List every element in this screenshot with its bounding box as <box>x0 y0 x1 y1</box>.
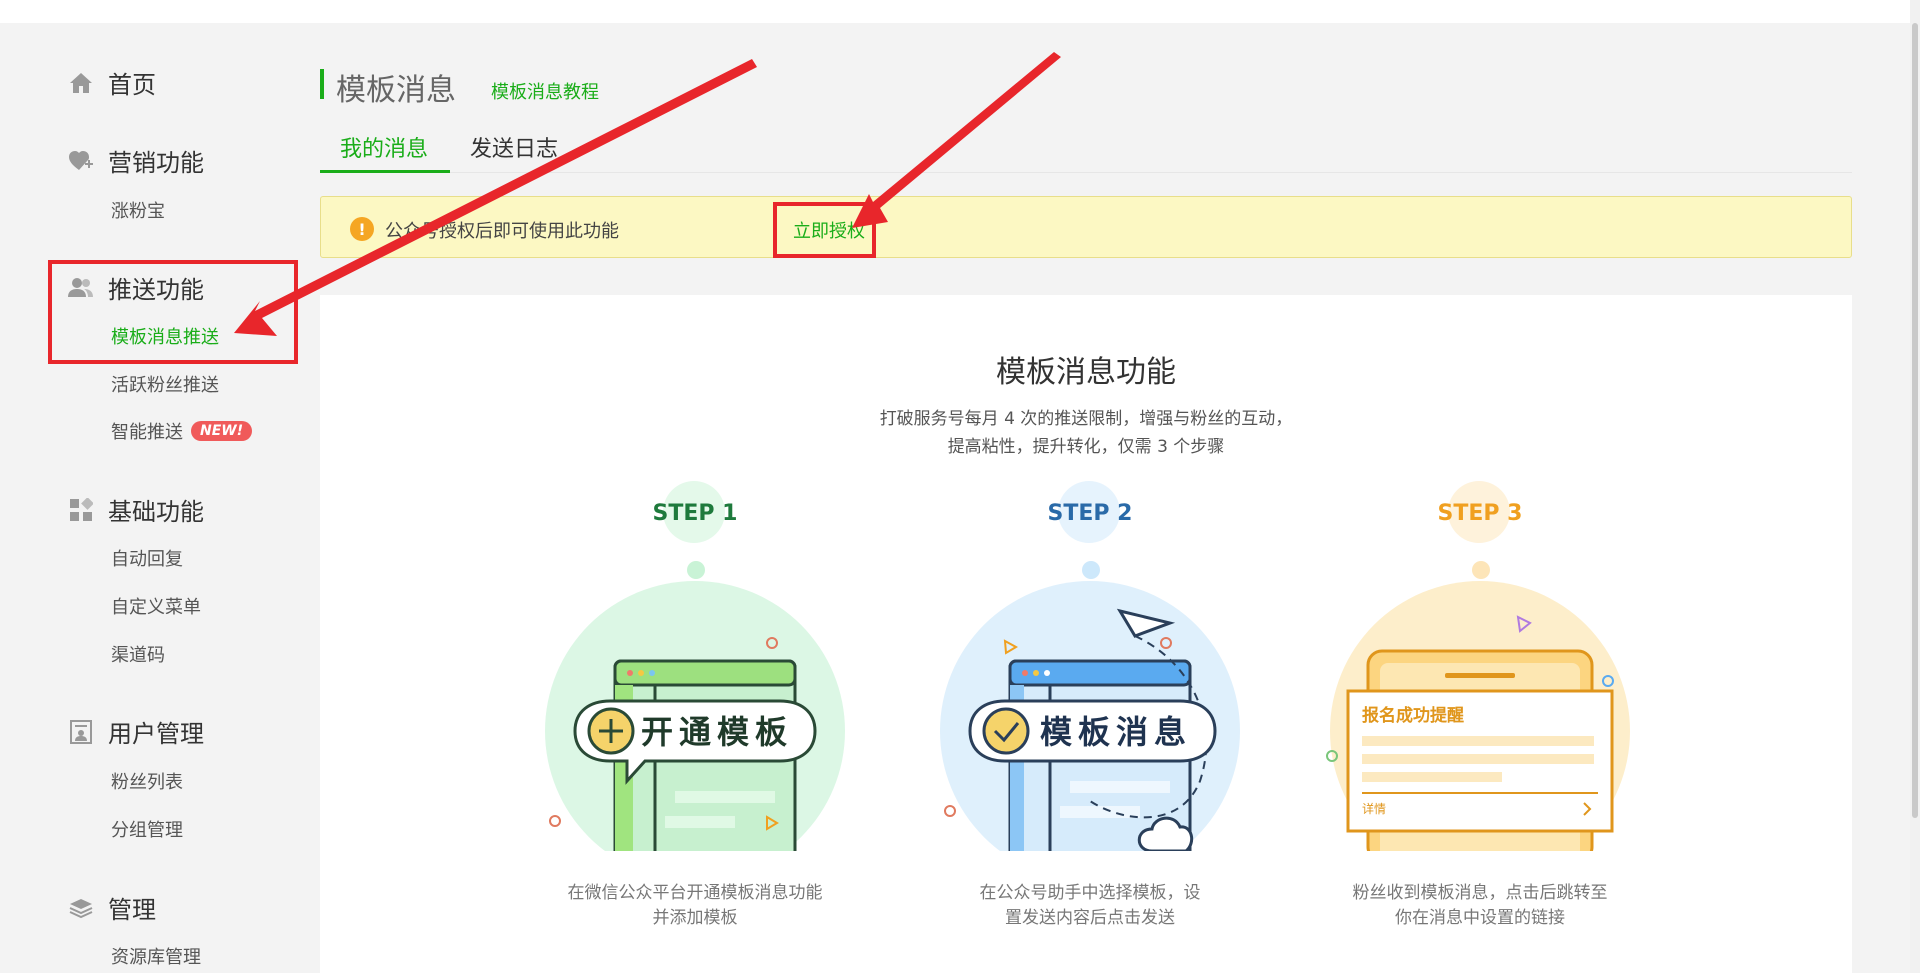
step-dot <box>1082 561 1100 579</box>
scrollbar-thumb[interactable] <box>1912 23 1918 818</box>
step-2-illustration: 模板消息 <box>940 581 1240 851</box>
annotation-box-authorize <box>773 202 876 258</box>
home-icon <box>68 70 94 96</box>
sidebar-item-home[interactable]: 首页 <box>68 65 156 100</box>
sidebar-item-resource-manage[interactable]: 资源库管理 <box>111 943 201 969</box>
grid-icon <box>68 497 94 523</box>
step-caption-line2: 并添加模板 <box>652 908 738 928</box>
sidebar-item-group-manage[interactable]: 分组管理 <box>111 816 183 842</box>
sidebar-item-zhangfenbao[interactable]: 涨粉宝 <box>111 197 165 223</box>
sidebar-group-label: 营销功能 <box>108 149 204 177</box>
sidebar-group-label: 管理 <box>108 896 156 924</box>
sidebar-item-active-fans-push[interactable]: 活跃粉丝推送 <box>111 371 219 397</box>
step-caption-line1: 粉丝收到模板消息，点击后跳转至 <box>1352 883 1608 903</box>
step-caption-line1: 在微信公众平台开通模板消息功能 <box>567 883 823 903</box>
sidebar-group-label: 用户管理 <box>108 720 204 748</box>
user-card-icon <box>68 719 94 745</box>
feature-desc-line1: 打破服务号每月 4 次的推送限制，增强与粉丝的互动， <box>879 409 1293 429</box>
step-label: STEP 1 <box>652 501 738 526</box>
step-3-illustration: 报名成功提醒 详情 <box>1326 581 1630 851</box>
sidebar-item-auto-reply[interactable]: 自动回复 <box>111 545 183 571</box>
layers-icon <box>68 895 94 921</box>
sidebar-item-fans-list[interactable]: 粉丝列表 <box>111 768 183 794</box>
step-caption-line1: 在公众号助手中选择模板，设 <box>979 883 1201 903</box>
heart-plus-icon <box>68 148 94 174</box>
tab-bar: 我的消息 发送日志 <box>320 119 1852 173</box>
sidebar-item-custom-menu[interactable]: 自定义菜单 <box>111 593 201 619</box>
sidebar-item-channel-code[interactable]: 渠道码 <box>111 641 165 667</box>
step-art-text: 模板消息 <box>1040 713 1192 751</box>
top-bar <box>0 0 1920 23</box>
feature-desc-line2: 提高粘性，提升转化，仅需 3 个步骤 <box>947 437 1225 457</box>
feature-title: 模板消息功能 <box>996 355 1176 390</box>
sidebar-item-label: 首页 <box>108 71 156 99</box>
step-caption-line2: 置发送内容后点击发送 <box>1005 908 1175 928</box>
step-art-text: 开通模板 <box>641 713 793 751</box>
active-tab-indicator <box>320 170 450 173</box>
new-badge: NEW! <box>191 421 253 441</box>
step-label: STEP 3 <box>1437 501 1523 526</box>
sidebar-group-users: 用户管理 <box>68 714 204 749</box>
tab-my-messages[interactable]: 我的消息 <box>340 131 428 163</box>
tab-send-log[interactable]: 发送日志 <box>470 131 558 163</box>
step-dot <box>1472 561 1490 579</box>
notice-text: 公众号授权后即可使用此功能 <box>385 221 619 242</box>
page-title: 模板消息 <box>336 73 456 108</box>
feature-panel: 模板消息功能 打破服务号每月 4 次的推送限制，增强与粉丝的互动， 提高粘性，提… <box>320 295 1852 973</box>
annotation-box-sidebar <box>48 260 298 364</box>
title-accent-bar <box>320 69 324 99</box>
step-label: STEP 2 <box>1047 501 1133 526</box>
step-1-illustration: 开通模板 <box>545 581 845 851</box>
scrollbar-track[interactable] <box>1910 0 1920 973</box>
sidebar-item-smart-push[interactable]: 智能推送 NEW! <box>111 418 253 444</box>
sidebar-group-label: 基础功能 <box>108 498 204 526</box>
sidebar-group-marketing: 营销功能 <box>68 143 204 178</box>
sidebar: 首页 营销功能 涨粉宝 推送功能 模板消息推送 活跃粉丝推送 智能推送 NEW!… <box>0 23 300 973</box>
sidebar-group-manage: 管理 <box>68 890 156 925</box>
card-detail: 详情 <box>1362 801 1386 816</box>
step-caption-line2: 你在消息中设置的链接 <box>1395 908 1565 928</box>
sidebar-group-basic: 基础功能 <box>68 492 204 527</box>
authorization-notice: ! 公众号授权后即可使用此功能 立即授权 <box>320 196 1852 258</box>
sidebar-item-label: 智能推送 <box>111 422 183 443</box>
card-title: 报名成功提醒 <box>1362 705 1464 726</box>
tutorial-link[interactable]: 模板消息教程 <box>491 78 599 104</box>
warning-icon: ! <box>350 217 374 241</box>
step-dot <box>687 561 705 579</box>
